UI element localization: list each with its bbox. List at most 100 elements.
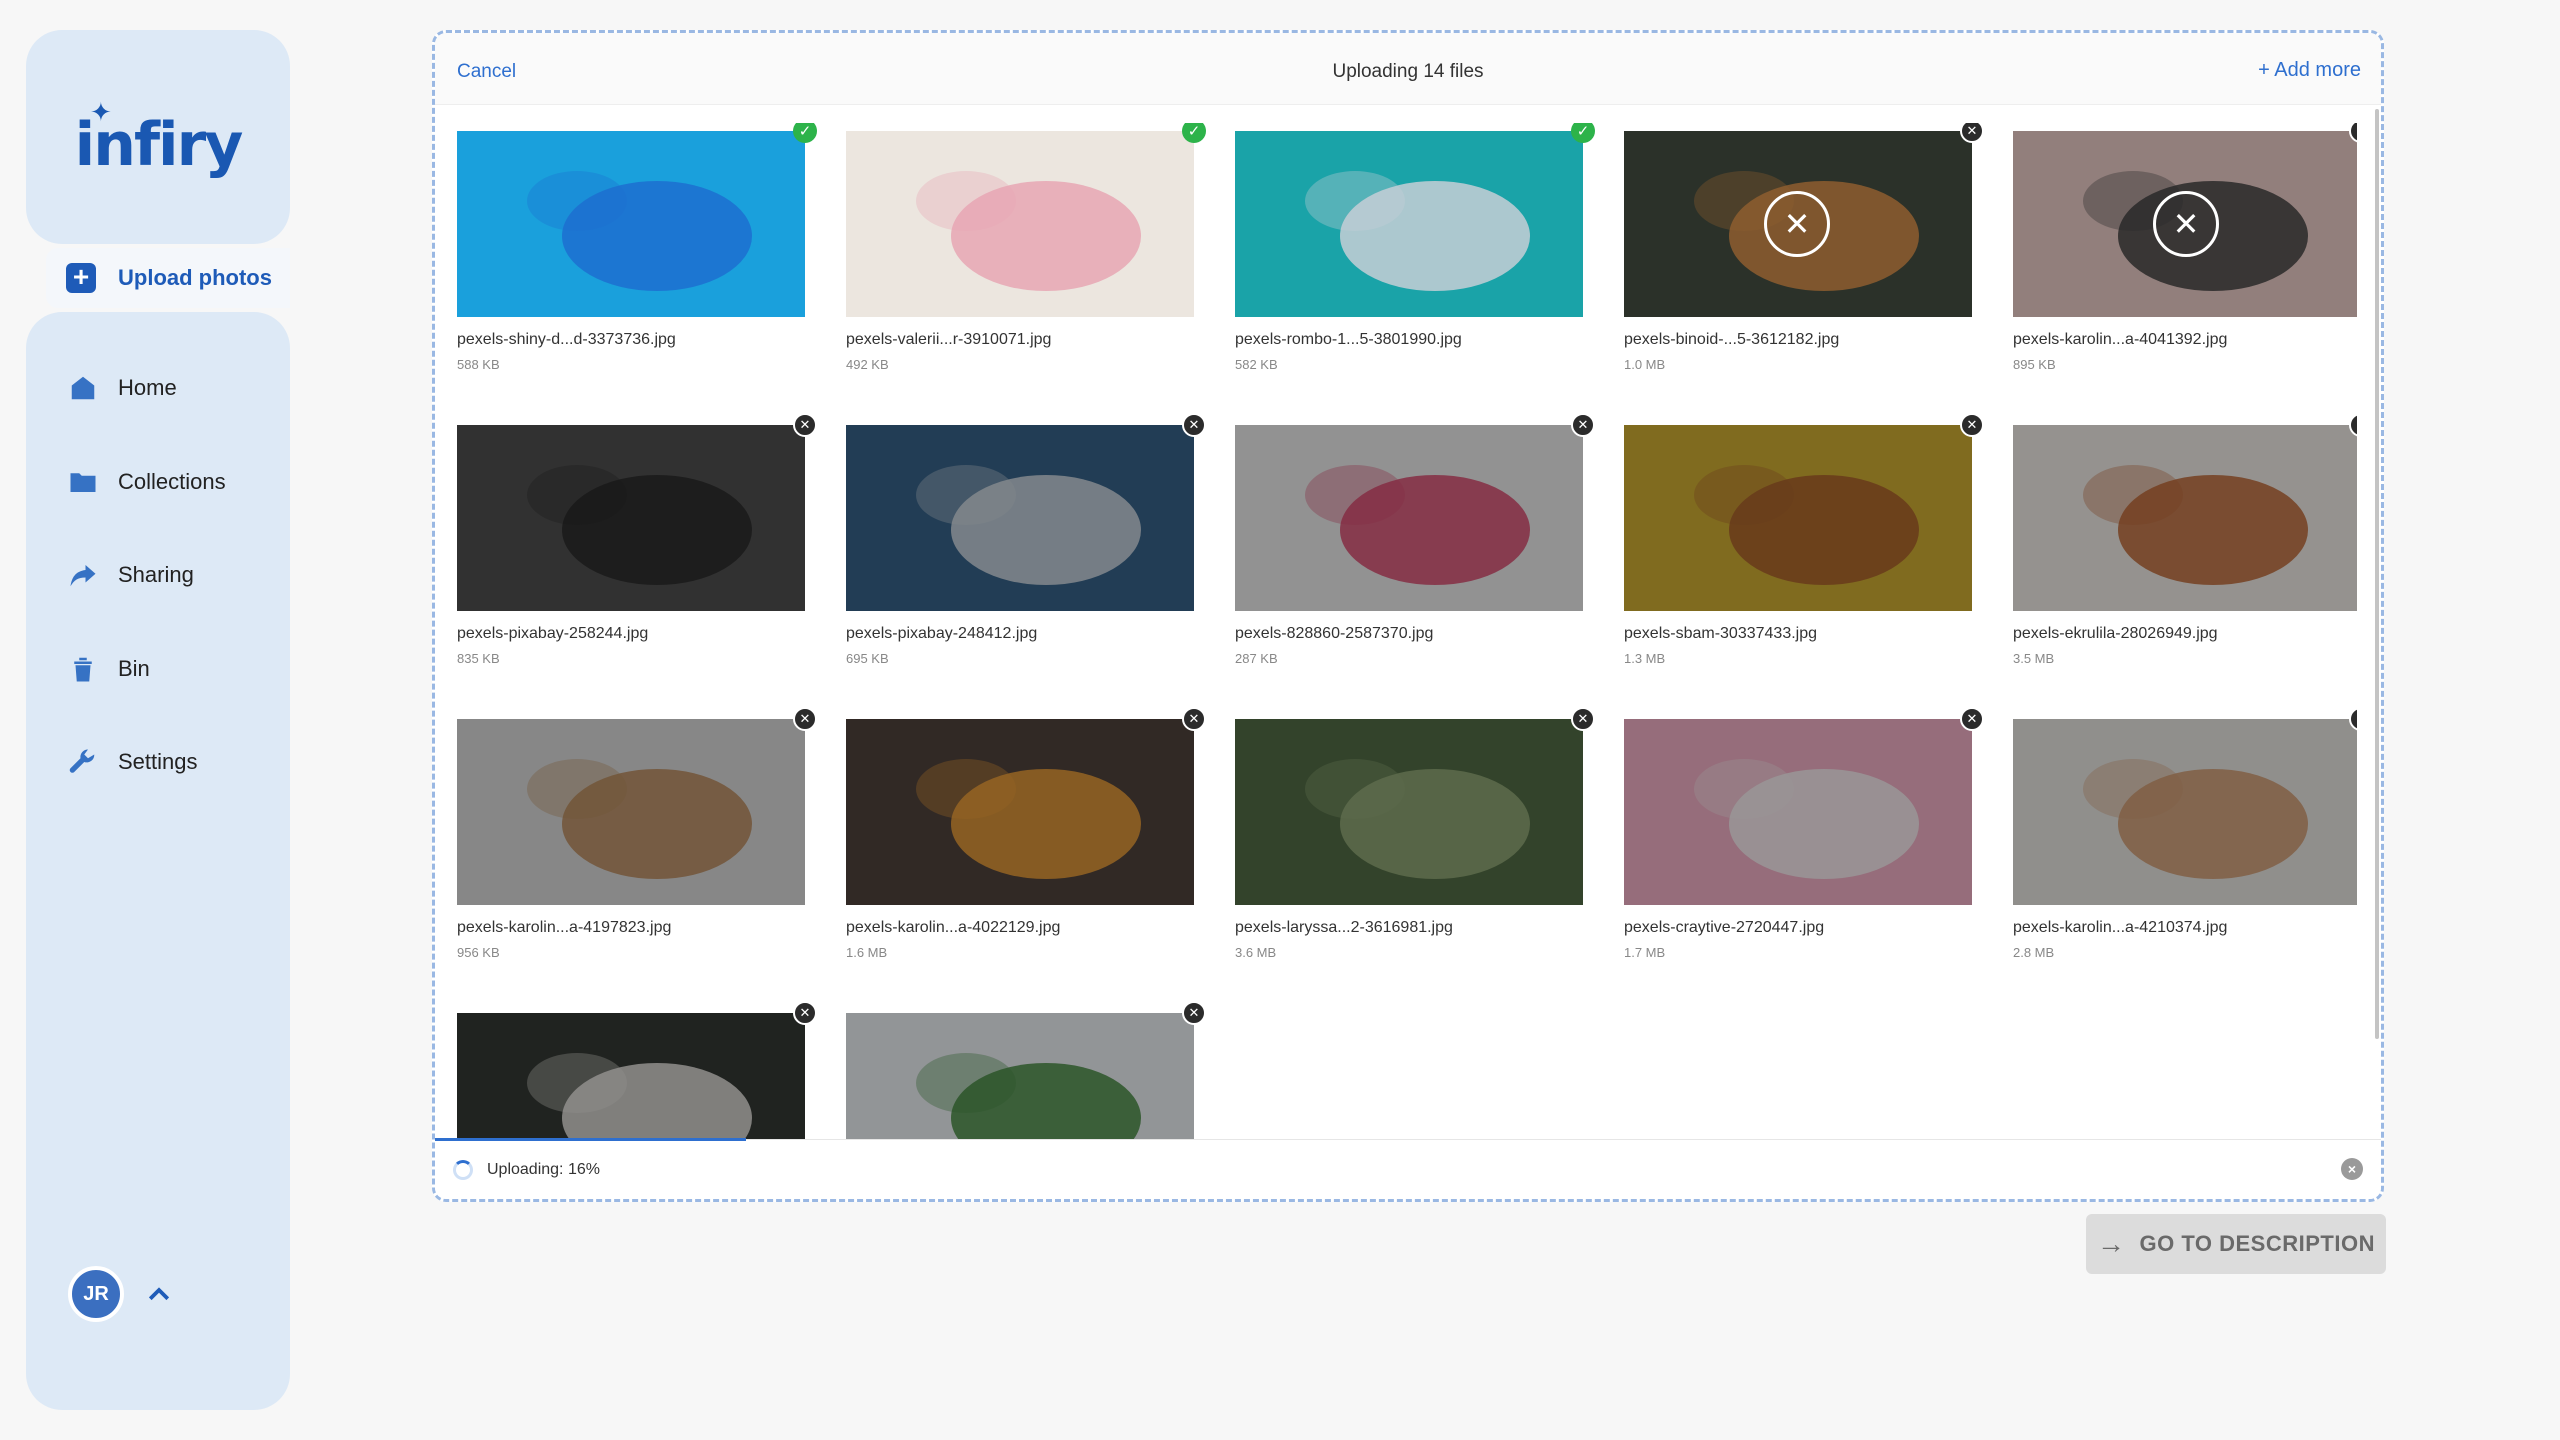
file-thumbnail [2013,425,2357,611]
file-tile[interactable]: ✕pexels-ekrulila-28026949.jpg3.5 MB [2013,413,2357,675]
file-name: pexels-craytive-2720447.jpg [1624,919,1825,936]
remove-file-icon[interactable]: ✕ [1960,123,1984,143]
sidebar-logo-panel: ✦ infiry [26,30,290,244]
sidebar-nav-panel: Home Collections Sharing Bin Settings JR [26,312,290,1410]
sidebar-item-home[interactable]: Home [66,368,177,408]
user-avatar[interactable]: JR [68,1266,124,1322]
cancel-upload-icon[interactable]: × [2341,1158,2363,1180]
file-thumbnail [2013,719,2357,905]
file-size: 287 KB [1235,651,1278,666]
file-name: pexels-laryssa...2-3616981.jpg [1235,919,1453,936]
upload-failed-icon[interactable]: ✕ [2153,191,2219,257]
remove-file-icon[interactable]: ✕ [1960,413,1984,437]
spinner-icon [453,1160,473,1180]
sparkle-icon: ✦ [90,98,112,128]
remove-file-icon[interactable]: ✕ [793,1001,817,1025]
file-thumbnail [1235,425,1583,611]
file-tile[interactable]: ✓ pexels-valerii...r-3910071.jpg 492 KB [846,123,1206,381]
remove-file-icon[interactable]: ✕ [1960,707,1984,731]
file-tile[interactable]: ✕ pexels-laryssa...2-3616981.jpg 3.6 MB [1235,707,1595,969]
file-size: 1.6 MB [846,945,888,960]
upload-status-bar: Uploading: 16% × [435,1138,2381,1199]
file-tile[interactable]: ✕ pexels-karolin...a-4197823.jpg 956 KB [457,707,817,969]
remove-file-icon[interactable]: ✕ [1571,413,1595,437]
sidebar-item-sharing[interactable]: Sharing [66,555,194,595]
file-name: pexels-binoid-...5-3612182.jpg [1624,331,1840,348]
file-tile[interactable]: ✕ pexels-828860-2587370.jpg 287 KB [1235,413,1595,675]
file-grid: ✓ pexels-shiny-d...d-3373736.jpg 588 KB ✓ pe… [457,123,2357,1167]
file-name: pexels-shiny-d...d-3373736.jpg [457,331,676,348]
file-size: 1.7 MB [1624,945,1666,960]
folder-icon [66,465,100,499]
share-icon [66,558,100,592]
file-size: 835 KB [457,651,500,666]
file-thumbnail [846,425,1194,611]
file-size: 1.3 MB [1624,651,1666,666]
pending-overlay [846,425,1194,611]
remove-file-icon[interactable]: ✕ [1571,707,1595,731]
file-thumbnail [1235,131,1583,317]
file-tile[interactable]: ✕✕pexels-karolin...a-4041392.jpg895 KB [2013,123,2357,381]
file-tile[interactable]: ✓ pexels-shiny-d...d-3373736.jpg 588 KB [457,123,817,381]
file-thumbnail [457,425,805,611]
file-tile[interactable]: ✕ pexels-pixabay-258244.jpg 835 KB [457,413,817,675]
file-thumbnail [846,131,1194,317]
pending-overlay [457,719,805,905]
chevron-up-icon[interactable] [144,1280,174,1310]
upload-header: Cancel Uploading 14 files + Add more [435,33,2381,105]
scrollbar[interactable] [2375,109,2379,1039]
remove-file-icon[interactable]: ✕ [1182,413,1206,437]
go-to-description-button[interactable]: → GO TO DESCRIPTION [2086,1214,2386,1274]
file-size: 582 KB [1235,357,1278,372]
sidebar-item-bin[interactable]: Bin [66,649,150,689]
plus-icon: + [66,263,96,293]
remove-file-icon[interactable]: ✕ [1182,707,1206,731]
file-thumbnail [1624,425,1972,611]
sidebar-item-collections[interactable]: Collections [66,462,226,502]
sidebar-item-label: Bin [118,656,150,681]
wrench-icon [66,745,100,779]
upload-failed-icon[interactable]: ✕ [1764,191,1830,257]
file-name: pexels-karolin...a-4022129.jpg [846,919,1061,936]
app-logo[interactable]: ✦ infiry [26,98,290,180]
check-icon: ✓ [1182,123,1206,143]
check-icon: ✓ [793,123,817,143]
upload-title: Uploading 14 files [1332,61,1484,82]
file-name: pexels-karolin...a-4210374.jpg [2013,919,2228,936]
file-tile[interactable]: ✕ pexels-pixabay-248412.jpg 695 KB [846,413,1206,675]
pending-overlay [1624,719,1972,905]
file-tile[interactable]: ✕ pexels-craytive-2720447.jpg 1.7 MB [1624,707,1984,969]
file-tile[interactable]: ✕pexels-karolin...a-4210374.jpg2.8 MB [2013,707,2357,969]
remove-file-icon[interactable]: ✕ [793,707,817,731]
remove-file-icon[interactable]: ✕ [1182,1001,1206,1025]
pending-overlay [2013,719,2357,905]
arrow-right-icon: → [2097,1228,2126,1259]
sidebar-item-label: Settings [118,749,198,774]
file-tile[interactable]: ✕ pexels-karolin...a-4022129.jpg 1.6 MB [846,707,1206,969]
file-tile[interactable]: ✕ pexels-sbam-30337433.jpg 1.3 MB [1624,413,1984,675]
file-tile[interactable]: ✓ pexels-rombo-1...5-3801990.jpg 582 KB [1235,123,1595,381]
file-size: 492 KB [846,357,889,372]
remove-file-icon[interactable]: ✕ [793,413,817,437]
file-name: pexels-rombo-1...5-3801990.jpg [1235,331,1462,348]
upload-status-text: Uploading: 16% [487,1161,600,1178]
file-size: 3.6 MB [1235,945,1277,960]
file-size: 1.0 MB [1624,357,1666,372]
sidebar-item-upload-photos[interactable]: + Upload photos [46,248,290,308]
go-to-description-label: GO TO DESCRIPTION [2139,1231,2375,1256]
file-size: 3.5 MB [2013,651,2055,666]
add-more-button[interactable]: + Add more [2258,59,2361,82]
file-thumbnail [846,719,1194,905]
file-name: pexels-pixabay-258244.jpg [457,625,649,642]
home-icon [66,371,100,405]
file-name: pexels-sbam-30337433.jpg [1624,625,1818,642]
pending-overlay [1235,425,1583,611]
file-tile[interactable]: ✕ ✕ pexels-binoid-...5-3612182.jpg 1.0 MB [1624,123,1984,381]
file-name: pexels-karolin...a-4197823.jpg [457,919,672,936]
file-name: pexels-828860-2587370.jpg [1235,625,1434,642]
upload-dropzone[interactable]: Cancel Uploading 14 files + Add more ✓ pe… [432,30,2384,1202]
check-icon: ✓ [1571,123,1595,143]
file-name: pexels-ekrulila-28026949.jpg [2013,625,2218,642]
trash-icon [66,652,100,686]
sidebar-item-settings[interactable]: Settings [66,742,198,782]
